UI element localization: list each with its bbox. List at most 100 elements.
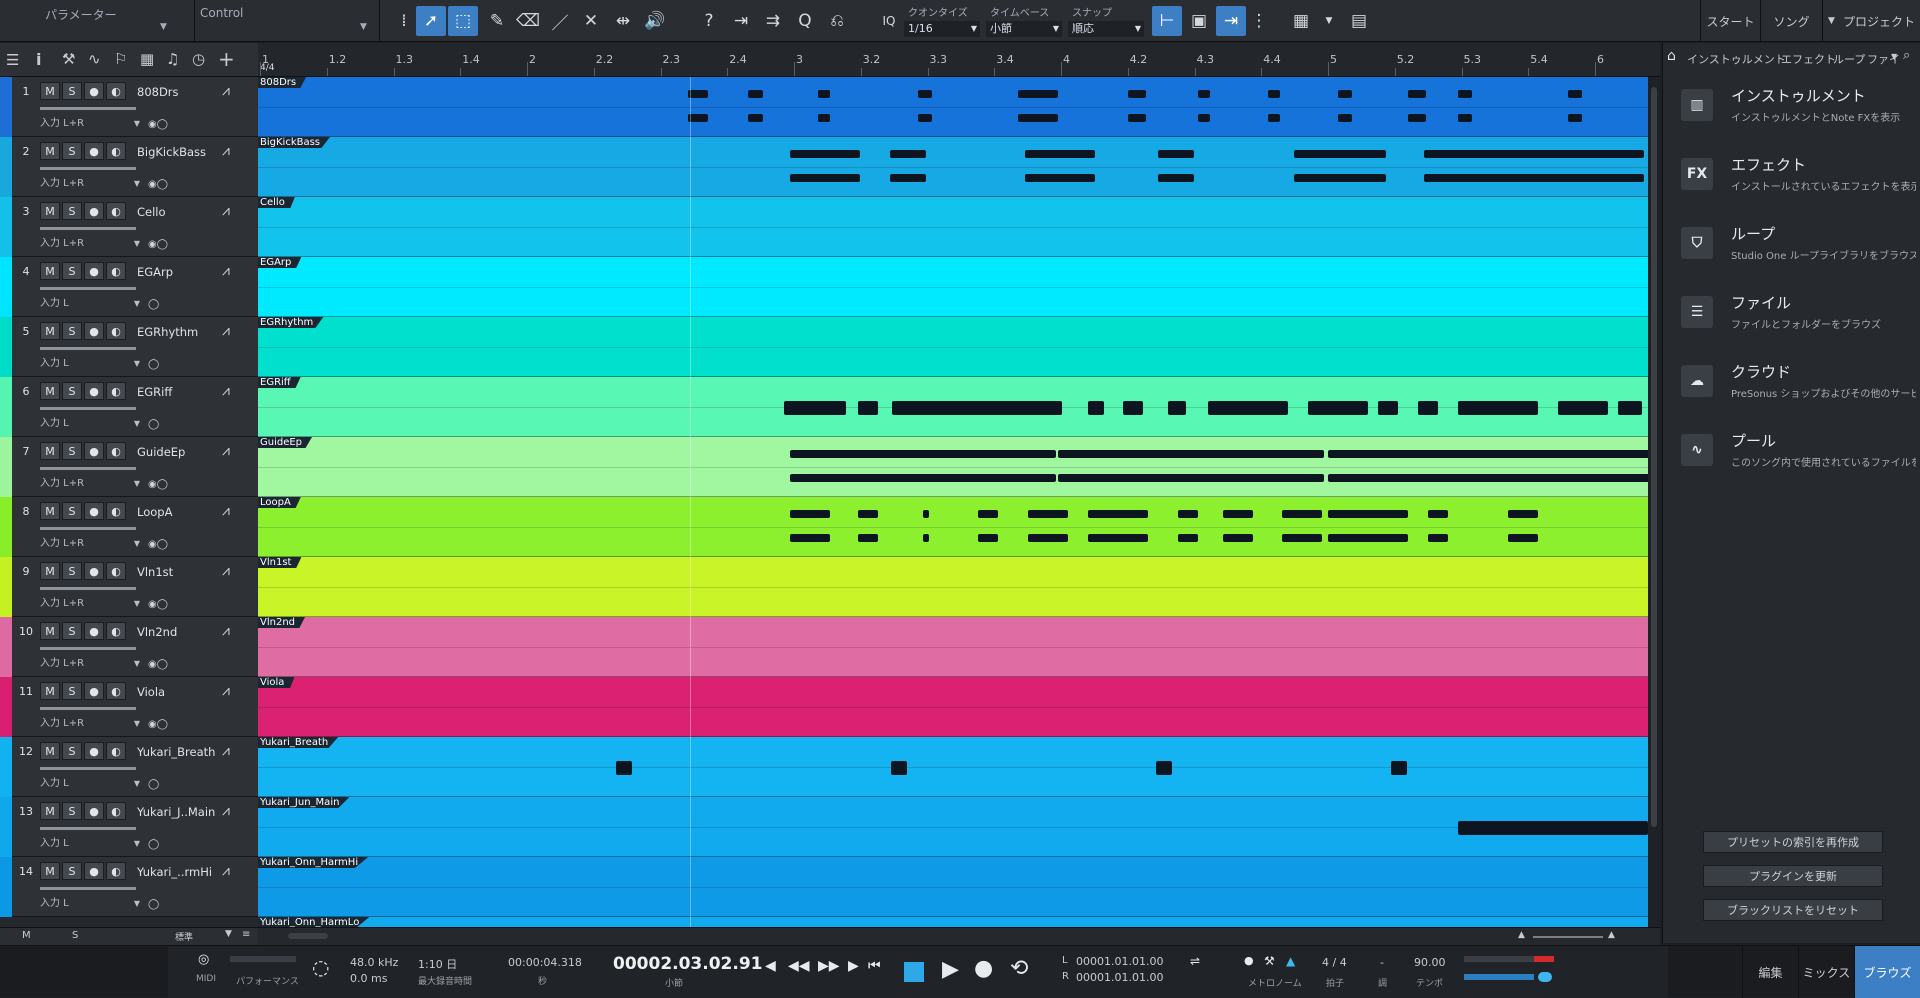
solo-button[interactable]: S: [62, 442, 82, 460]
play-icon[interactable]: ▶: [942, 957, 959, 982]
waveform-icon[interactable]: ⩘: [222, 323, 230, 339]
track-header[interactable]: 14 M S ● ◐ Yukari_..rmHi ⩘ 入力 L ▼ ◯: [0, 857, 258, 917]
loop-left-value[interactable]: 00001.01.01.00: [1076, 955, 1163, 968]
output-toggle[interactable]: [1538, 972, 1552, 982]
track-name[interactable]: Viola: [137, 685, 217, 699]
tempo-value[interactable]: 90.00: [1414, 956, 1446, 969]
tab-effects[interactable]: エフェクト: [1781, 51, 1836, 67]
solo-button[interactable]: S: [62, 562, 82, 580]
solo-button[interactable]: S: [62, 682, 82, 700]
input-select[interactable]: 入力 L+R ▼: [40, 597, 140, 611]
audio-waveform[interactable]: [1408, 114, 1426, 122]
monitor-button[interactable]: ◐: [106, 82, 126, 100]
audio-waveform[interactable]: [1058, 474, 1324, 482]
track-header[interactable]: 1 M S ● ◐ 808Drs ⩘ 入力 L+R ▼ ◉◯: [0, 77, 258, 137]
waveform-icon[interactable]: ⩘: [222, 863, 230, 879]
record-icon[interactable]: ●: [974, 956, 993, 981]
mute-button[interactable]: M: [40, 682, 60, 700]
audio-waveform[interactable]: [616, 761, 632, 775]
browser-item[interactable]: ☁ クラウド PreSonus ショップおよびその他のサービ: [1681, 359, 1916, 419]
audio-waveform[interactable]: [1328, 510, 1408, 518]
audio-waveform[interactable]: [858, 534, 878, 542]
audio-waveform[interactable]: [1268, 90, 1280, 98]
audio-waveform[interactable]: [858, 401, 878, 415]
mute-button[interactable]: M: [40, 82, 60, 100]
audio-waveform[interactable]: [790, 174, 860, 182]
track-lane[interactable]: Vln1st: [258, 557, 1648, 617]
stereo-icon[interactable]: ◯: [148, 359, 159, 370]
snap-select[interactable]: 順応 ▼: [1068, 21, 1144, 37]
zoom-out-icon[interactable]: ▲: [1518, 930, 1525, 940]
audio-waveform[interactable]: [1328, 474, 1648, 482]
monitor-button[interactable]: ◐: [106, 202, 126, 220]
audio-waveform[interactable]: [1088, 534, 1148, 542]
audio-waveform[interactable]: [1208, 401, 1288, 415]
track-color-strip[interactable]: [0, 437, 12, 497]
volume-slider[interactable]: [40, 407, 136, 410]
key-value[interactable]: -: [1380, 956, 1384, 969]
mute-button[interactable]: M: [40, 142, 60, 160]
home-icon[interactable]: ⌂: [1667, 48, 1676, 64]
audio-waveform[interactable]: [1088, 401, 1104, 415]
audio-waveform[interactable]: [1268, 114, 1280, 122]
drag-handle-icon[interactable]: ⁞: [398, 6, 410, 36]
volume-slider[interactable]: [40, 707, 136, 710]
audio-waveform[interactable]: [1338, 114, 1352, 122]
audio-waveform[interactable]: [1308, 401, 1368, 415]
audio-waveform[interactable]: [1158, 150, 1194, 158]
browser-item[interactable]: ☰ ファイル ファイルとフォルダーをブラウズ: [1681, 290, 1916, 350]
mute-button[interactable]: M: [40, 742, 60, 760]
stereo-icon[interactable]: ◯: [148, 899, 159, 910]
audio-waveform[interactable]: [1282, 534, 1322, 542]
time-signature-value[interactable]: 4 / 4: [1322, 956, 1347, 969]
bars-display[interactable]: 00002.03.02.91: [613, 954, 763, 974]
solo-button[interactable]: S: [62, 202, 82, 220]
track-lane[interactable]: Viola: [258, 677, 1648, 737]
audio-waveform[interactable]: [1198, 90, 1210, 98]
audio-waveform[interactable]: [892, 401, 1062, 415]
scroll-thumb[interactable]: [288, 933, 328, 939]
record-arm-button[interactable]: ●: [84, 562, 104, 580]
solo-button[interactable]: S: [62, 502, 82, 520]
track-lane[interactable]: BigKickBass: [258, 137, 1648, 197]
waveform-icon[interactable]: ⩘: [222, 623, 230, 639]
nudge-icon[interactable]: ⎌: [822, 6, 852, 36]
waveform-icon[interactable]: ⩘: [222, 563, 230, 579]
track-lane[interactable]: Cello: [258, 197, 1648, 257]
audio-waveform[interactable]: [1568, 90, 1582, 98]
audio-waveform[interactable]: [890, 174, 926, 182]
audio-waveform[interactable]: [1508, 510, 1538, 518]
solo-button[interactable]: S: [62, 802, 82, 820]
stop-button[interactable]: [904, 962, 924, 982]
browser-item[interactable]: ⛉ ループ Studio One ループライブラリをブラウズ: [1681, 221, 1916, 281]
waveform-icon[interactable]: ⩘: [222, 683, 230, 699]
audio-waveform[interactable]: [1328, 450, 1648, 458]
iq-button[interactable]: IQ: [874, 6, 904, 36]
stereo-icon[interactable]: ◉◯: [148, 599, 168, 610]
audio-waveform[interactable]: [858, 510, 878, 518]
track-lane[interactable]: Vln2nd: [258, 617, 1648, 677]
stereo-icon[interactable]: ◉◯: [148, 659, 168, 670]
stereo-icon[interactable]: ◯: [148, 779, 159, 790]
audio-waveform[interactable]: [1294, 174, 1386, 182]
mute-button[interactable]: M: [40, 502, 60, 520]
volume-slider[interactable]: [40, 827, 136, 830]
solo-button[interactable]: S: [62, 322, 82, 340]
track-name[interactable]: EGArp: [137, 265, 217, 279]
audio-waveform[interactable]: [918, 90, 932, 98]
audio-waveform[interactable]: [1028, 510, 1068, 518]
track-name[interactable]: EGRhythm: [137, 325, 217, 339]
mute-button[interactable]: M: [40, 382, 60, 400]
monitor-button[interactable]: ◐: [106, 322, 126, 340]
audio-waveform[interactable]: [1282, 510, 1322, 518]
track-color-strip[interactable]: [0, 317, 12, 377]
audio-waveform[interactable]: [1458, 821, 1648, 835]
volume-slider[interactable]: [40, 887, 136, 890]
volume-slider[interactable]: [40, 347, 136, 350]
audio-waveform[interactable]: [1223, 534, 1253, 542]
monitor-button[interactable]: ◐: [106, 622, 126, 640]
mute-tool-icon[interactable]: ✕: [576, 6, 606, 36]
audio-waveform[interactable]: [1558, 401, 1608, 415]
stereo-icon[interactable]: ◉◯: [148, 119, 168, 130]
arrange-view[interactable]: 808Drs BigKickBass Cello EGArp EGRhythm EGRif…: [258, 77, 1648, 927]
